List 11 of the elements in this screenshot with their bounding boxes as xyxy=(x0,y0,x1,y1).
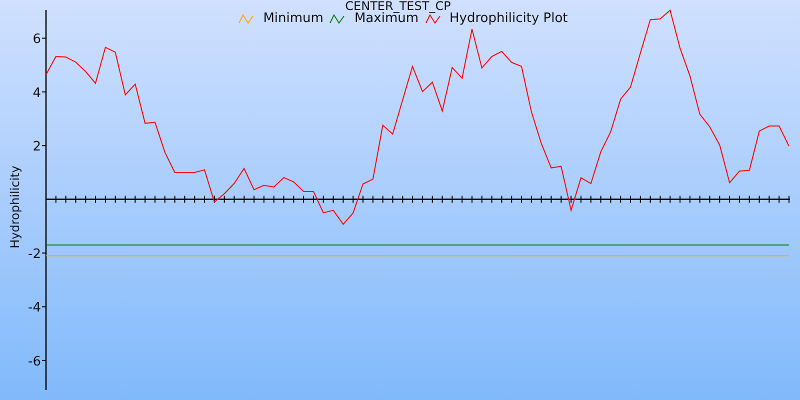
y-tick-label: -4 xyxy=(28,300,41,316)
legend-label: Maximum xyxy=(354,12,419,26)
y-axis-label: Hydrophilicity xyxy=(8,166,22,248)
y-tick-label: 6 xyxy=(32,32,41,48)
y-tick-label: 2 xyxy=(32,140,41,155)
legend-label: Minimum xyxy=(263,12,324,26)
chart-title: CENTER_TEST_CP xyxy=(345,0,451,12)
y-tick-label: -6 xyxy=(28,354,41,370)
legend-label: Hydrophilicity Plot xyxy=(450,12,568,26)
y-tick-label: -2 xyxy=(28,247,41,262)
y-tick-label: 4 xyxy=(32,86,41,101)
